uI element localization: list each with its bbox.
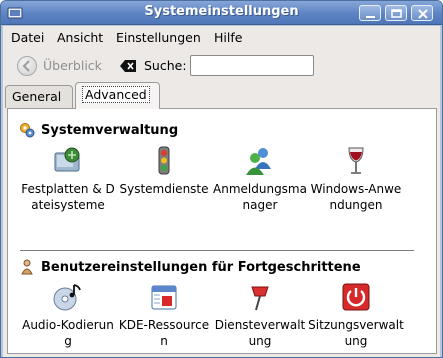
module-label: Audio-Kodierung — [22, 318, 114, 348]
close-icon — [418, 9, 428, 19]
section-divider — [20, 250, 414, 251]
menu-datei[interactable]: Datei — [11, 30, 44, 45]
menu-ansicht[interactable]: Ansicht — [57, 30, 103, 45]
module-festplatten[interactable]: Festplatten & Dateisysteme — [20, 145, 116, 213]
menu-hilfe[interactable]: Hilfe — [214, 30, 242, 45]
window-client-area: Datei Ansicht Einstellungen Hilfe Überbl… — [3, 26, 440, 357]
section-title-benutzereinstellungen: Benutzereinstellungen für Fortgeschritte… — [41, 260, 361, 275]
menu-einstellungen[interactable]: Einstellungen — [116, 30, 201, 45]
module-systemdienste[interactable]: Systemdienste — [116, 145, 212, 197]
module-sitzungsverwaltung[interactable]: Sitzungsverwaltung — [308, 281, 404, 349]
service-pin-icon — [251, 286, 269, 311]
power-icon — [342, 283, 370, 311]
traffic-light-icon — [158, 146, 170, 175]
tab-advanced[interactable]: Advanced — [75, 82, 160, 109]
module-label: Sitzungsverwaltung — [308, 318, 404, 348]
module-label: Festplatten & Dateisysteme — [21, 182, 115, 212]
tab-advanced-label: Advanced — [82, 86, 150, 103]
toolbar: Überblick Suche: — [3, 53, 440, 79]
module-label: Systemdienste — [119, 182, 209, 196]
back-arrow-icon — [17, 56, 37, 76]
back-button[interactable]: Überblick — [17, 55, 107, 77]
user-advanced-icon — [21, 259, 33, 275]
tab-bar: General Advanced — [3, 82, 440, 109]
modules-panel: Systemverwaltung Festplatten & Dateisyst… — [7, 108, 437, 354]
harddisk-icon — [54, 147, 80, 172]
menu-bar: Datei Ansicht Einstellungen Hilfe — [3, 26, 440, 48]
search-input[interactable] — [190, 55, 314, 76]
module-kde-ressourcen[interactable]: KDE-Ressourcen — [116, 281, 212, 349]
close-button[interactable] — [411, 5, 433, 21]
audio-cd-icon — [53, 284, 81, 311]
tab-general[interactable]: General — [5, 85, 73, 108]
module-anmeldungsmanager[interactable]: Anmeldungsmanager — [212, 145, 308, 213]
tab-general-label: General — [12, 89, 62, 104]
users-icon — [246, 148, 271, 175]
maximize-button[interactable] — [385, 5, 407, 21]
minimize-button[interactable] — [359, 5, 381, 21]
module-windows-anwendungen[interactable]: Windows-Anwendungen — [308, 145, 404, 213]
title-bar[interactable]: Systemeinstellungen — [1, 1, 442, 25]
search-label: Suche: — [144, 58, 187, 73]
wine-glass-icon — [348, 147, 364, 174]
system-admin-icon — [20, 123, 35, 138]
calendar-icon — [151, 285, 177, 310]
application-window: Systemeinstellungen Datei Ansicht Einste… — [0, 0, 443, 358]
module-label: Anmeldungsmanager — [213, 182, 307, 212]
clear-search-icon[interactable] — [120, 60, 136, 72]
module-label: KDE-Ressourcen — [118, 318, 210, 348]
minimize-icon — [366, 16, 375, 18]
back-button-label: Überblick — [43, 58, 102, 73]
section-title-systemverwaltung: Systemverwaltung — [41, 123, 179, 138]
module-label: Diensteverwaltung — [214, 318, 306, 348]
module-diensteverwaltung[interactable]: Diensteverwaltung — [212, 281, 308, 349]
maximize-icon — [391, 9, 402, 18]
module-audio-kodierung[interactable]: Audio-Kodierung — [20, 281, 116, 349]
module-label: Windows-Anwendungen — [310, 182, 402, 212]
